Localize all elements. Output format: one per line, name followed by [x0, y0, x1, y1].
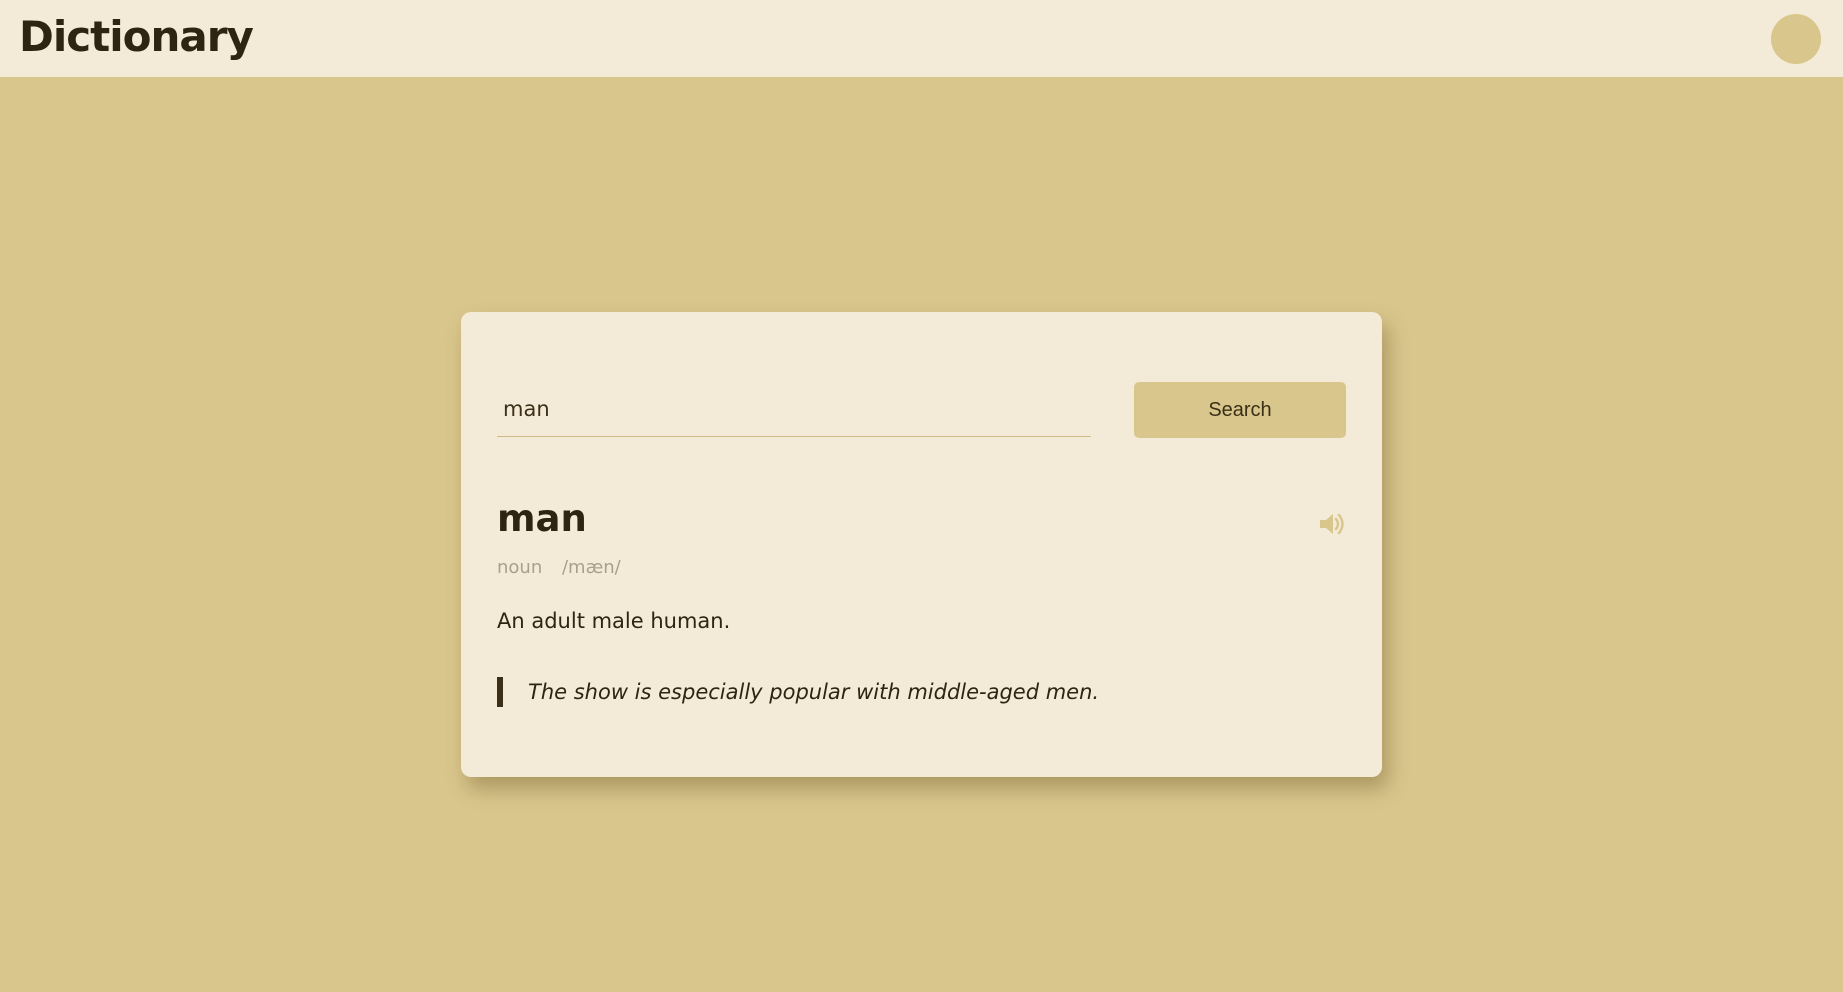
part-of-speech: noun [497, 557, 543, 578]
definition-text: An adult male human. [497, 609, 731, 633]
example-quote-bar [497, 677, 503, 707]
theme-toggle-button[interactable] [1771, 14, 1821, 64]
app-header: Dictionary [0, 0, 1843, 77]
speaker-icon[interactable] [1317, 509, 1347, 539]
search-button[interactable]: Search [1134, 382, 1346, 438]
dictionary-card: Search man noun /mæn/ An adult male huma… [461, 312, 1382, 777]
word-heading: man [497, 497, 587, 540]
word-meta: noun /mæn/ [497, 557, 621, 578]
phonetic: /mæn/ [561, 557, 621, 578]
app-title: Dictionary [19, 12, 254, 61]
example-sentence: The show is especially popular with midd… [528, 680, 1100, 704]
search-input[interactable] [497, 381, 1091, 437]
